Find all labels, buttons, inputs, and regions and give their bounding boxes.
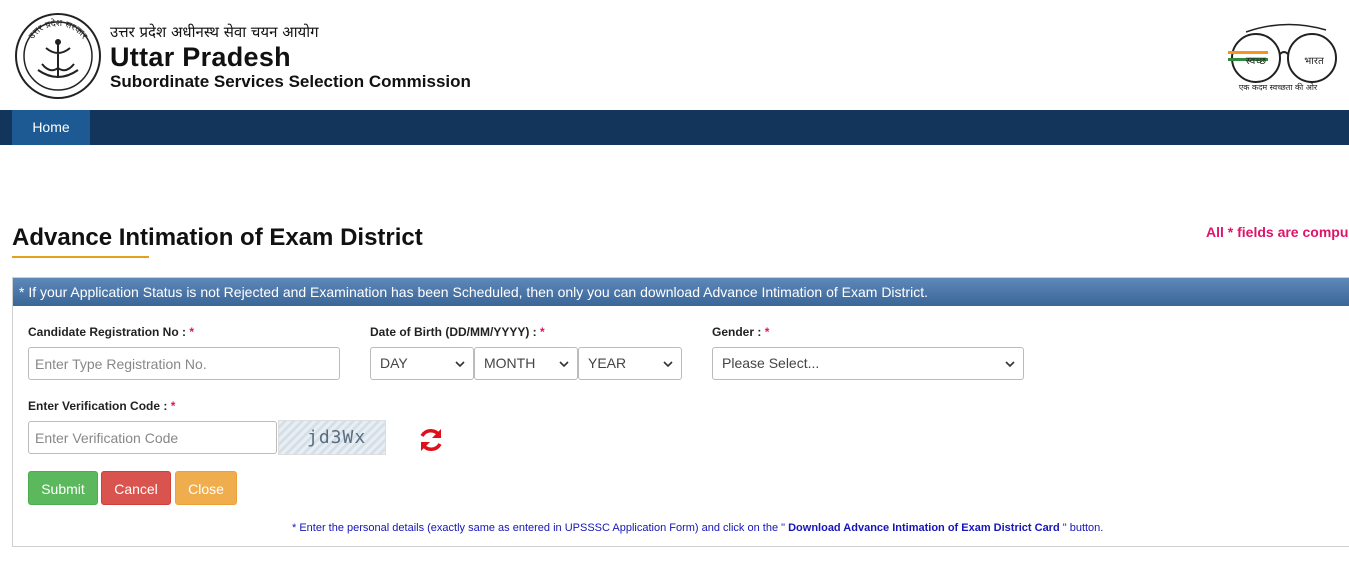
registration-no-input[interactable] (28, 347, 340, 380)
page-title: Advance Intimation of Exam District (12, 224, 423, 251)
captcha-image: jd3Wx (278, 420, 386, 455)
form-panel: * If your Application Status is not Reje… (12, 277, 1349, 547)
org-name: Uttar Pradesh (110, 42, 291, 72)
required-star: * (540, 325, 545, 339)
reg-no-label-text: Candidate Registration No : (28, 325, 190, 339)
dob-year-value: YEAR (588, 355, 627, 371)
svg-text:भारत: भारत (1304, 56, 1324, 67)
chevron-down-icon (455, 361, 465, 368)
captcha-text: jd3Wx (307, 427, 367, 448)
refresh-icon[interactable] (417, 426, 445, 454)
dob-month-value: MONTH (484, 355, 536, 371)
svg-text:स्वच्छ: स्वच्छ (1246, 56, 1266, 67)
gender-label-text: Gender : (712, 325, 765, 339)
instruction-note-suffix: " button. (1062, 522, 1104, 534)
instruction-note-prefix: * Enter the personal details (exactly sa… (292, 522, 786, 534)
close-button[interactable]: Close (175, 471, 237, 505)
required-star: * (170, 399, 176, 413)
cancel-button[interactable]: Cancel (101, 471, 171, 505)
required-star: * (764, 325, 770, 339)
nav-home-link[interactable]: Home (12, 110, 90, 145)
swachh-bharat-logo-icon: स्वच्छ भारत एक कदम स्वच्छता की ओर (1228, 23, 1337, 92)
org-subtitle: Subordinate Services Selection Commissio… (110, 72, 471, 91)
verification-code-input[interactable] (28, 421, 277, 454)
dob-label: Date of Birth (DD/MM/YYYY) : * (370, 325, 545, 339)
main-nav: Home (0, 110, 1349, 145)
svg-text:एक कदम स्वच्छता की ओर: एक कदम स्वच्छता की ओर (1239, 82, 1318, 92)
chevron-down-icon (559, 361, 569, 368)
instruction-note-bold: Download Advance Intimation of Exam Dist… (785, 522, 1063, 534)
dob-year-select[interactable]: YEAR (578, 347, 682, 380)
gender-select[interactable]: Please Select... (712, 347, 1024, 380)
dob-day-value: DAY (380, 355, 408, 371)
captcha-label: Enter Verification Code : * (28, 399, 175, 413)
chevron-down-icon (663, 361, 673, 368)
site-header: उत्तर प्रदेश सरकार उत्तर प्रदेश अधीनस्थ … (0, 0, 1349, 110)
gender-value: Please Select... (722, 355, 820, 371)
org-name-hindi: उत्तर प्रदेश अधीनस्थ सेवा चयन आयोग (110, 23, 319, 41)
submit-button[interactable]: Submit (28, 471, 98, 505)
chevron-down-icon (1005, 361, 1015, 368)
gender-label: Gender : * (712, 325, 769, 339)
dob-month-select[interactable]: MONTH (474, 347, 578, 380)
captcha-label-text: Enter Verification Code : (28, 399, 171, 413)
required-star: * (189, 325, 195, 339)
panel-notice: * If your Application Status is not Reje… (13, 278, 1349, 306)
dob-label-text: Date of Birth (DD/MM/YYYY) : (370, 325, 540, 339)
title-underline (12, 256, 149, 258)
dob-day-select[interactable]: DAY (370, 347, 474, 380)
instruction-note: * Enter the personal details (exactly sa… (292, 522, 1103, 534)
up-emblem-icon: उत्तर प्रदेश सरकार (15, 13, 101, 99)
reg-no-label: Candidate Registration No : * (28, 325, 194, 339)
required-fields-note: All * fields are compu (1206, 224, 1349, 240)
